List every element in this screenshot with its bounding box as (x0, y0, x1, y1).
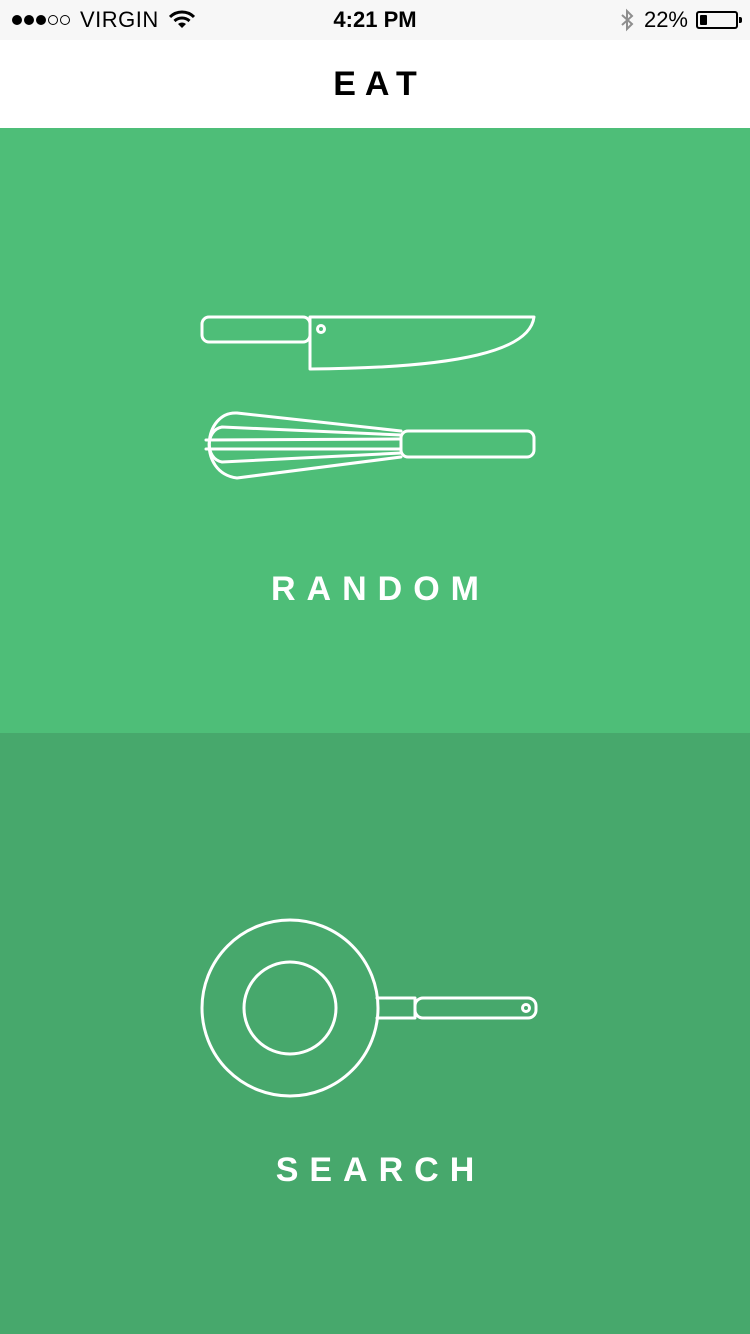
search-label: SEARCH (275, 1151, 486, 1189)
status-bar: VIRGIN 4:21 PM 22% (0, 0, 750, 40)
search-button[interactable]: SEARCH (0, 733, 750, 1334)
page-title: EAT (333, 64, 426, 103)
bluetooth-icon (620, 8, 634, 32)
frying-pan-icon (200, 918, 538, 1098)
nav-bar: EAT (0, 40, 750, 128)
battery-icon (696, 11, 742, 29)
battery-fill (700, 15, 708, 25)
random-button[interactable]: RANDOM (0, 128, 750, 733)
battery-percent: 22% (643, 7, 688, 32)
random-illustration (200, 315, 536, 480)
knife-icon (200, 315, 536, 371)
whisk-icon (204, 411, 536, 480)
search-illustration (200, 918, 538, 1098)
random-label: RANDOM (271, 570, 490, 608)
battery-tip (739, 17, 742, 23)
status-right: 22% (620, 0, 742, 40)
